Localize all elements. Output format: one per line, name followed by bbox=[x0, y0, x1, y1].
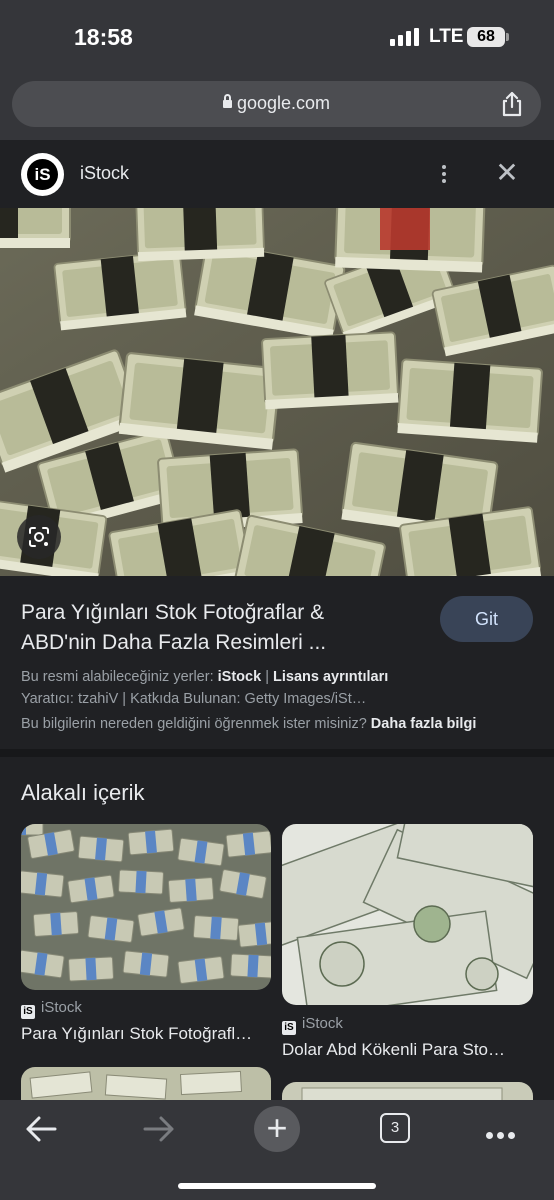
source-name[interactable]: iStock bbox=[80, 163, 129, 184]
availability-source-link[interactable]: iStock bbox=[218, 669, 262, 685]
istock-mini-icon: iS bbox=[282, 1021, 296, 1035]
back-arrow-icon[interactable] bbox=[24, 1114, 58, 1144]
preview-image[interactable] bbox=[0, 208, 554, 576]
result-title-line-2: ABD'nin Daha Fazla Resimleri ... bbox=[21, 631, 327, 654]
battery-tip bbox=[506, 33, 509, 41]
url-text: google.com bbox=[236, 93, 331, 113]
related-title-2[interactable]: Dolar Abd Kökenli Para Sto… bbox=[282, 1040, 533, 1060]
tab-switcher-button[interactable]: 3 bbox=[380, 1113, 410, 1143]
credits-line: Yaratıcı: tzahiV | Katkıda Bulunan: Gett… bbox=[21, 691, 367, 707]
money-stacks-image bbox=[0, 208, 554, 576]
related-title-1[interactable]: Para Yığınları Stok Fotoğrafl… bbox=[21, 1024, 271, 1044]
info-line: Bu bilgilerin nereden geldiğini öğrenmek… bbox=[21, 716, 541, 732]
info-question: Bu bilgilerin nereden geldiğini öğrenmek… bbox=[21, 716, 367, 732]
availability-line: Bu resmi alabileceğiniz yerler: iStock |… bbox=[21, 669, 541, 685]
lock-icon bbox=[222, 94, 232, 108]
related-source-2-name: iStock bbox=[302, 1015, 343, 1032]
availability-prefix: Bu resmi alabileceğiniz yerler: bbox=[21, 669, 214, 685]
google-lens-icon[interactable] bbox=[17, 515, 61, 559]
menu-dots-icon[interactable] bbox=[486, 1126, 520, 1139]
close-icon[interactable]: ✕ bbox=[494, 159, 520, 187]
visit-button[interactable]: Git bbox=[440, 596, 533, 642]
more-info-link[interactable]: Daha fazla bilgi bbox=[371, 716, 477, 732]
related-source-1: iS iStock bbox=[21, 999, 82, 1019]
related-heading: Alakalı içerik bbox=[21, 780, 145, 805]
license-details-link[interactable]: Lisans ayrıntıları bbox=[273, 669, 388, 685]
image-source-header: iS iStock ✕ bbox=[0, 140, 554, 208]
more-options-icon[interactable] bbox=[436, 162, 452, 188]
home-indicator[interactable] bbox=[178, 1183, 376, 1189]
istock-mini-icon: iS bbox=[21, 1005, 35, 1019]
status-bar: 18:58 LTE 68 bbox=[0, 0, 554, 76]
network-type: LTE bbox=[429, 26, 464, 47]
result-title[interactable]: Para Yığınları Stok Fotoğraflar & ABD'ni… bbox=[21, 598, 421, 658]
related-source-2: iS iStock bbox=[282, 1015, 343, 1035]
result-title-line-1: Para Yığınları Stok Fotoğraflar & bbox=[21, 601, 325, 624]
browser-toolbar: google.com bbox=[0, 76, 554, 140]
separator: | bbox=[265, 669, 269, 685]
related-image-2[interactable] bbox=[282, 824, 533, 1005]
related-image-1[interactable] bbox=[21, 824, 271, 990]
clock: 18:58 bbox=[74, 24, 133, 50]
section-divider bbox=[0, 749, 554, 757]
battery-icon: 68 bbox=[467, 27, 505, 47]
forward-arrow-icon[interactable] bbox=[142, 1114, 176, 1144]
new-tab-plus-icon[interactable]: + bbox=[254, 1106, 300, 1152]
url-display[interactable]: google.com bbox=[12, 93, 541, 114]
related-source-1-name: iStock bbox=[41, 999, 82, 1016]
istock-logo: iS bbox=[21, 153, 64, 196]
istock-logo-text: iS bbox=[27, 159, 58, 190]
share-icon[interactable] bbox=[498, 90, 526, 118]
address-bar[interactable]: google.com bbox=[12, 81, 541, 127]
signal-icon bbox=[390, 28, 419, 46]
